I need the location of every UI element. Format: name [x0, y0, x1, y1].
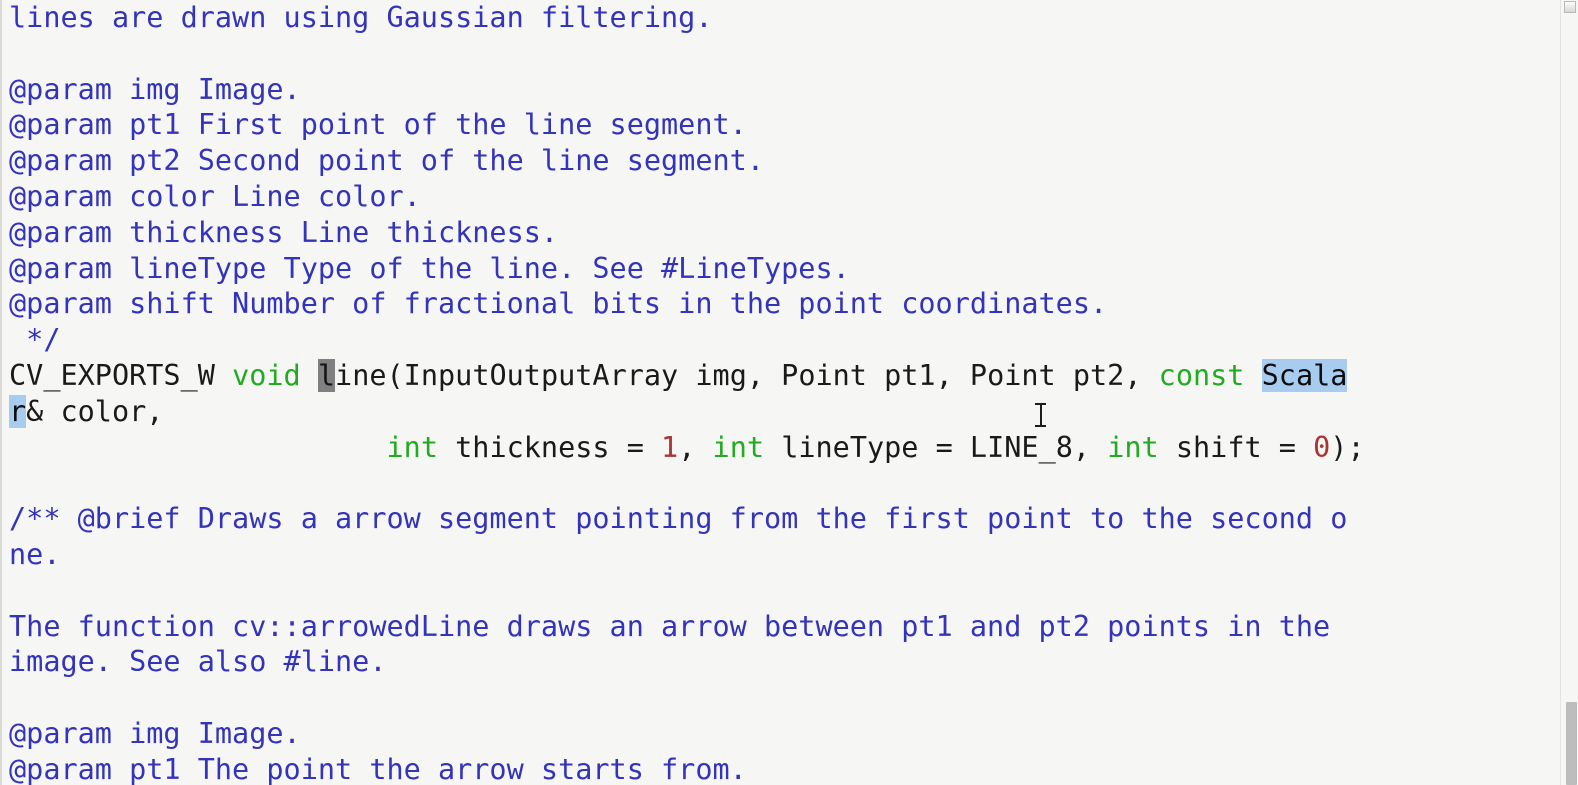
- code-line[interactable]: @param thickness Line thickness.: [2, 215, 1558, 251]
- code-line[interactable]: r& color,: [2, 394, 1558, 430]
- scroll-up-arrow-icon[interactable]: [1564, 1, 1576, 13]
- keyword-token: const: [1158, 358, 1245, 392]
- selected-text-highlight: r: [9, 394, 27, 428]
- code-editor[interactable]: lines are drawn using Gaussian filtering…: [0, 0, 1578, 785]
- code-token: ine(InputOutputArray img, Point pt1, Poi…: [335, 358, 1159, 392]
- comment-token: @param lineType Type of the line. See #L…: [9, 251, 850, 285]
- number-token: 0: [1313, 430, 1331, 464]
- code-line[interactable]: @param pt1 First point of the line segme…: [2, 107, 1558, 143]
- comment-token: @param thickness Line thickness.: [9, 215, 559, 249]
- comment-token: /** @brief Draws a arrow segment pointin…: [9, 502, 1348, 536]
- keyword-token: void: [232, 358, 301, 392]
- code-line[interactable]: lines are drawn using Gaussian filtering…: [2, 0, 1558, 36]
- comment-token: @param shift Number of fractional bits i…: [9, 287, 1108, 321]
- code-line[interactable]: @param pt1 The point the arrow starts fr…: [2, 752, 1558, 785]
- code-line[interactable]: @param shift Number of fractional bits i…: [2, 286, 1558, 322]
- code-token: ,: [678, 430, 713, 464]
- code-line[interactable]: CV_EXPORTS_W void line(InputOutputArray …: [2, 358, 1558, 394]
- code-token: & color,: [26, 394, 164, 428]
- comment-token: @param color Line color.: [9, 179, 421, 213]
- comment-token: @param pt1 The point the arrow starts fr…: [9, 752, 747, 785]
- editor-text-buffer[interactable]: lines are drawn using Gaussian filtering…: [2, 0, 1558, 785]
- code-line[interactable]: @param lineType Type of the line. See #L…: [2, 251, 1558, 287]
- code-line[interactable]: [2, 573, 1558, 609]
- comment-token: image. See also #line.: [9, 645, 387, 679]
- keyword-token: int: [1107, 430, 1159, 464]
- comment-token: The function cv::arrowedLine draws an ar…: [9, 609, 1331, 643]
- code-token: CV_EXPORTS_W: [9, 358, 233, 392]
- code-line[interactable]: [2, 465, 1558, 501]
- code-line[interactable]: image. See also #line.: [2, 644, 1558, 680]
- code-line[interactable]: @param color Line color.: [2, 179, 1558, 215]
- code-line[interactable]: @param pt2 Second point of the line segm…: [2, 143, 1558, 179]
- comment-token: */: [9, 323, 61, 357]
- vertical-scrollbar-thumb[interactable]: [1566, 702, 1577, 785]
- comment-token: @param pt1 First point of the line segme…: [9, 108, 747, 142]
- vertical-scrollbar[interactable]: [1560, 0, 1578, 785]
- number-token: 1: [661, 430, 679, 464]
- comment-token: @param img Image.: [9, 716, 301, 750]
- code-line[interactable]: [2, 680, 1558, 716]
- comment-token: lines are drawn using Gaussian filtering…: [9, 1, 713, 34]
- code-token: lineType = LINE_8,: [764, 430, 1108, 464]
- selected-text-highlight: Scala: [1261, 358, 1348, 392]
- comment-token: @param pt2 Second point of the line segm…: [9, 144, 764, 178]
- code-token: shift =: [1158, 430, 1314, 464]
- code-line[interactable]: /** @brief Draws a arrow segment pointin…: [2, 501, 1558, 537]
- keyword-token: int: [712, 430, 765, 464]
- code-line[interactable]: The function cv::arrowedLine draws an ar…: [2, 609, 1558, 645]
- text-caret-block: l: [317, 358, 336, 392]
- code-line[interactable]: ne.: [2, 537, 1558, 573]
- comment-token: @param img Image.: [9, 72, 301, 106]
- code-token: );: [1330, 430, 1365, 464]
- code-token: thickness =: [437, 430, 662, 464]
- code-line[interactable]: [2, 36, 1558, 72]
- code-line[interactable]: int thickness = 1, int lineType = LINE_8…: [2, 430, 1558, 466]
- comment-token: ne.: [9, 537, 61, 571]
- code-line[interactable]: */: [2, 322, 1558, 358]
- keyword-token: int: [386, 430, 438, 464]
- code-line[interactable]: @param img Image.: [2, 72, 1558, 108]
- code-line[interactable]: @param img Image.: [2, 716, 1558, 752]
